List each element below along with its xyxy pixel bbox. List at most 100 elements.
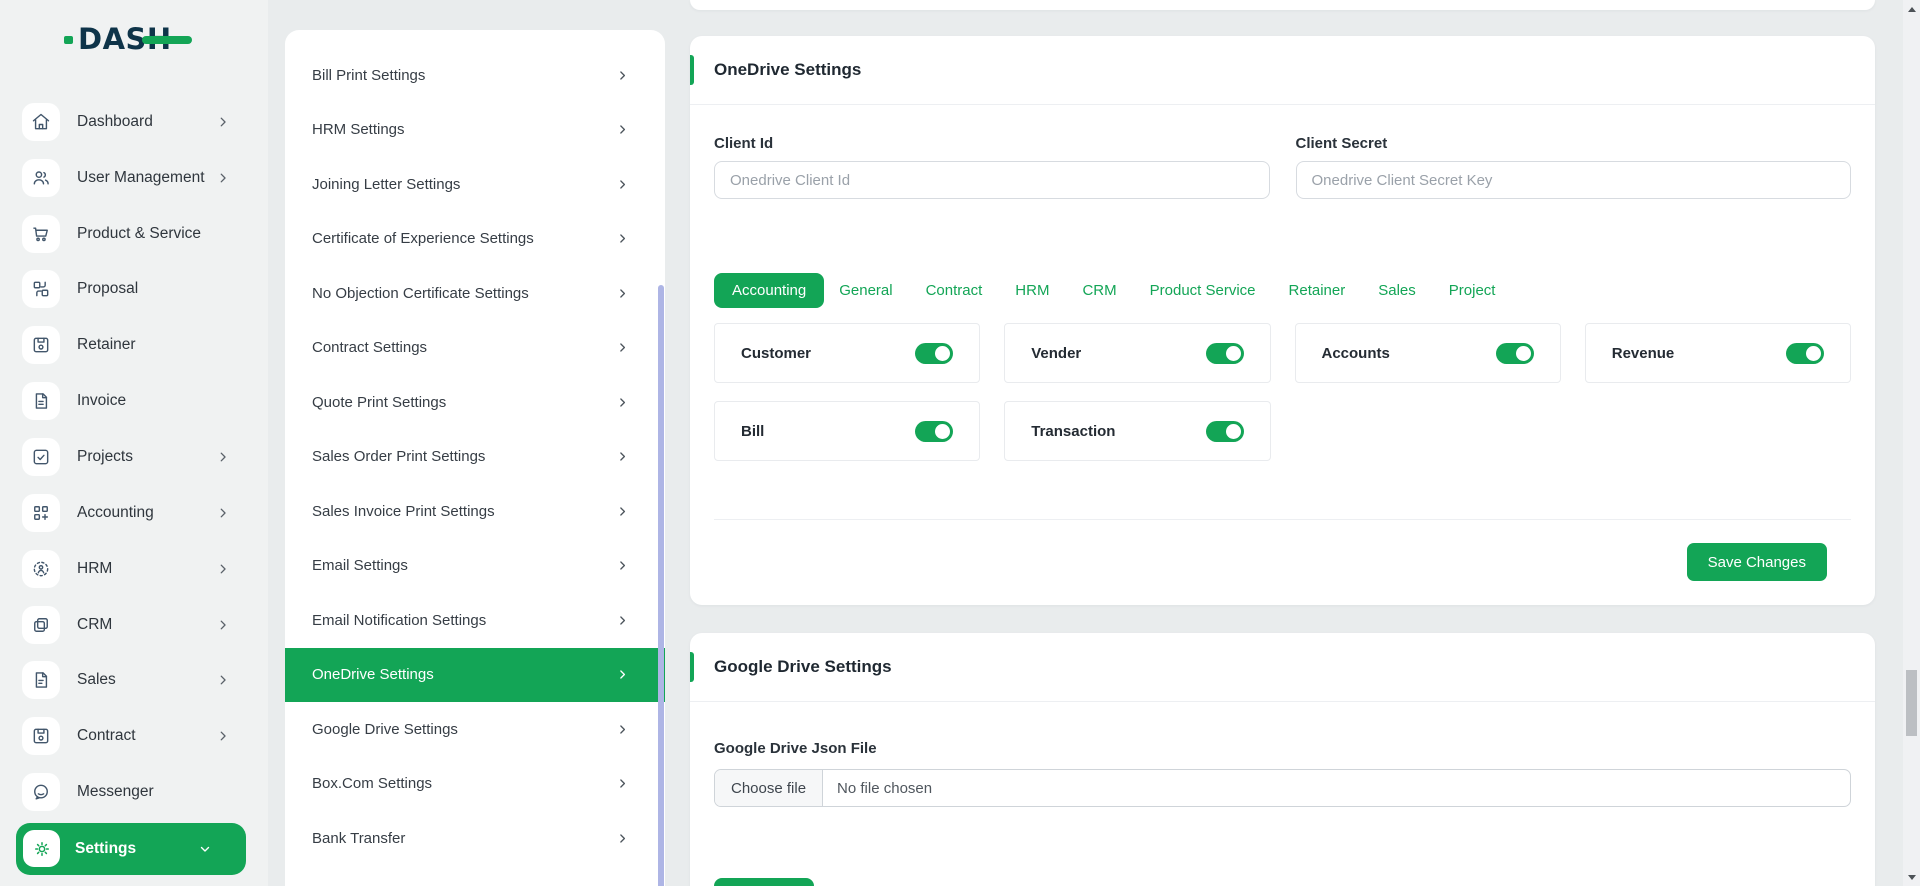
tab-sales[interactable]: Sales xyxy=(1378,282,1416,299)
transaction-toggle[interactable] xyxy=(1206,421,1244,442)
sidebar-item-label: Dashboard xyxy=(77,113,153,131)
settings-menu-item-label: Joining Letter Settings xyxy=(312,176,460,193)
tab-crm[interactable]: CRM xyxy=(1082,282,1116,299)
settings-menu-item-label: Email Settings xyxy=(312,557,408,574)
settings-menu-item-hrm[interactable]: HRM Settings xyxy=(285,103,665,158)
scrollbar-thumb[interactable] xyxy=(1906,670,1917,736)
tab-retainer[interactable]: Retainer xyxy=(1289,282,1346,299)
toggle-card-accounts: Accounts xyxy=(1295,323,1561,383)
sidebar-item-invoice[interactable]: Invoice xyxy=(0,373,268,429)
chevron-right-icon xyxy=(616,559,629,572)
choose-file-button[interactable]: Choose file xyxy=(715,770,823,806)
sidebar-item-proposal[interactable]: Proposal xyxy=(0,262,268,318)
toggle-label: Vender xyxy=(1031,345,1081,362)
client-secret-input[interactable] xyxy=(1296,161,1852,199)
toggle-label: Accounts xyxy=(1322,345,1390,362)
toggle-card-vender: Vender xyxy=(1004,323,1270,383)
vender-toggle[interactable] xyxy=(1206,343,1244,364)
sidebar-item-label: Settings xyxy=(75,840,136,858)
sidebar-item-projects[interactable]: Projects xyxy=(0,429,268,485)
chevron-right-icon xyxy=(616,341,629,354)
sidebar-item-label: Proposal xyxy=(77,280,138,298)
settings-menu-item-no-objection[interactable]: No Objection Certificate Settings xyxy=(285,266,665,321)
settings-menu-item-label: No Objection Certificate Settings xyxy=(312,285,529,302)
sidebar-item-user-management[interactable]: User Management xyxy=(0,150,268,206)
chevron-right-icon xyxy=(616,396,629,409)
app-logo: DASH xyxy=(78,20,172,58)
settings-menu-item-email-notification[interactable]: Email Notification Settings xyxy=(285,593,665,648)
scrollbar-up-arrow[interactable] xyxy=(1903,1,1920,17)
cart-icon xyxy=(22,215,60,253)
gdrive-partial-tab-pill[interactable] xyxy=(714,878,814,886)
sidebar-item-settings[interactable]: Settings xyxy=(16,823,246,875)
settings-menu-item-box-com[interactable]: Box.Com Settings xyxy=(285,757,665,812)
tab-product-service[interactable]: Product Service xyxy=(1150,282,1256,299)
tab-accounting[interactable]: Accounting xyxy=(714,273,824,308)
settings-menu-item-google-drive[interactable]: Google Drive Settings xyxy=(285,702,665,757)
settings-menu-item-quote-print[interactable]: Quote Print Settings xyxy=(285,375,665,430)
client-id-field: Client Id xyxy=(714,135,1270,199)
no-file-chosen-text: No file chosen xyxy=(823,770,932,806)
sidebar-item-sales[interactable]: Sales xyxy=(0,652,268,708)
settings-menu-item-contract[interactable]: Contract Settings xyxy=(285,321,665,376)
toggle-card-revenue: Revenue xyxy=(1585,323,1851,383)
client-id-label: Client Id xyxy=(714,135,1270,152)
sidebar-item-label: Contract xyxy=(77,727,136,745)
settings-menu-scrollbar-thumb[interactable] xyxy=(658,285,664,886)
sidebar-item-retainer[interactable]: Retainer xyxy=(0,317,268,373)
sidebar-item-product-service[interactable]: Product & Service xyxy=(0,206,268,262)
scrollbar-down-arrow[interactable] xyxy=(1903,869,1920,885)
chevron-right-icon xyxy=(616,123,629,136)
card-body: Client Id Client Secret Accounting Gener… xyxy=(690,105,1875,604)
chevron-right-icon xyxy=(616,777,629,790)
onedrive-settings-card: OneDrive Settings Client Id Client Secre… xyxy=(690,36,1875,605)
settings-menu-item-email[interactable]: Email Settings xyxy=(285,539,665,594)
sidebar-item-contract[interactable]: Contract xyxy=(0,708,268,764)
chevron-right-icon xyxy=(616,232,629,245)
contract-disk-icon xyxy=(22,717,60,755)
tab-general[interactable]: General xyxy=(839,282,892,299)
gear-icon xyxy=(23,830,60,867)
chevron-right-icon xyxy=(216,450,230,464)
toggle-label: Revenue xyxy=(1612,345,1675,362)
toggle-label: Transaction xyxy=(1031,423,1115,440)
settings-menu-item-payslip[interactable]: Payslip Settings xyxy=(285,866,665,886)
sidebar-item-label: User Management xyxy=(77,169,205,187)
page-scrollbar[interactable] xyxy=(1903,0,1920,886)
customer-toggle[interactable] xyxy=(915,343,953,364)
settings-menu-item-joining-letter[interactable]: Joining Letter Settings xyxy=(285,157,665,212)
logo-accent-bar xyxy=(142,36,192,44)
settings-menu-item-certificate-experience[interactable]: Certificate of Experience Settings xyxy=(285,212,665,267)
settings-menu-item-sales-invoice-print[interactable]: Sales Invoice Print Settings xyxy=(285,484,665,539)
sidebar-item-dashboard[interactable]: Dashboard xyxy=(0,94,268,150)
tab-contract[interactable]: Contract xyxy=(926,282,983,299)
settings-menu-item-onedrive[interactable]: OneDrive Settings xyxy=(285,648,665,703)
client-id-input[interactable] xyxy=(714,161,1270,199)
google-drive-settings-card: Google Drive Settings Google Drive Json … xyxy=(690,633,1875,886)
bill-toggle[interactable] xyxy=(915,421,953,442)
sidebar-item-crm[interactable]: CRM xyxy=(0,597,268,653)
settings-menu-item-bill-print[interactable]: Bill Print Settings xyxy=(285,48,665,103)
save-changes-button[interactable]: Save Changes xyxy=(1687,543,1827,581)
accounts-toggle[interactable] xyxy=(1496,343,1534,364)
tab-project[interactable]: Project xyxy=(1449,282,1496,299)
tab-hrm[interactable]: HRM xyxy=(1015,282,1049,299)
sales-doc-icon xyxy=(22,661,60,699)
previous-card-bottom-edge xyxy=(690,0,1875,10)
settings-menu-item-label: HRM Settings xyxy=(312,121,405,138)
settings-menu-item-label: Bank Transfer xyxy=(312,830,405,847)
google-drive-json-file-input[interactable]: Choose file No file chosen xyxy=(714,769,1851,807)
crm-copy-icon xyxy=(22,606,60,644)
sidebar: DASH Dashboard User Management xyxy=(0,0,268,886)
revenue-toggle[interactable] xyxy=(1786,343,1824,364)
sidebar-item-messenger[interactable]: Messenger xyxy=(0,764,268,820)
sidebar-item-accounting[interactable]: Accounting xyxy=(0,485,268,541)
settings-menu-item-label: Sales Invoice Print Settings xyxy=(312,503,495,520)
settings-menu-item-bank-transfer[interactable]: Bank Transfer xyxy=(285,811,665,866)
chevron-right-icon xyxy=(216,729,230,743)
home-icon xyxy=(22,103,60,141)
settings-menu-item-sales-order-print[interactable]: Sales Order Print Settings xyxy=(285,430,665,485)
toggle-card-transaction: Transaction xyxy=(1004,401,1270,461)
sidebar-item-hrm[interactable]: HRM xyxy=(0,541,268,597)
module-toggle-grid: Customer Vender Accounts Revenue Bill xyxy=(714,323,1851,461)
